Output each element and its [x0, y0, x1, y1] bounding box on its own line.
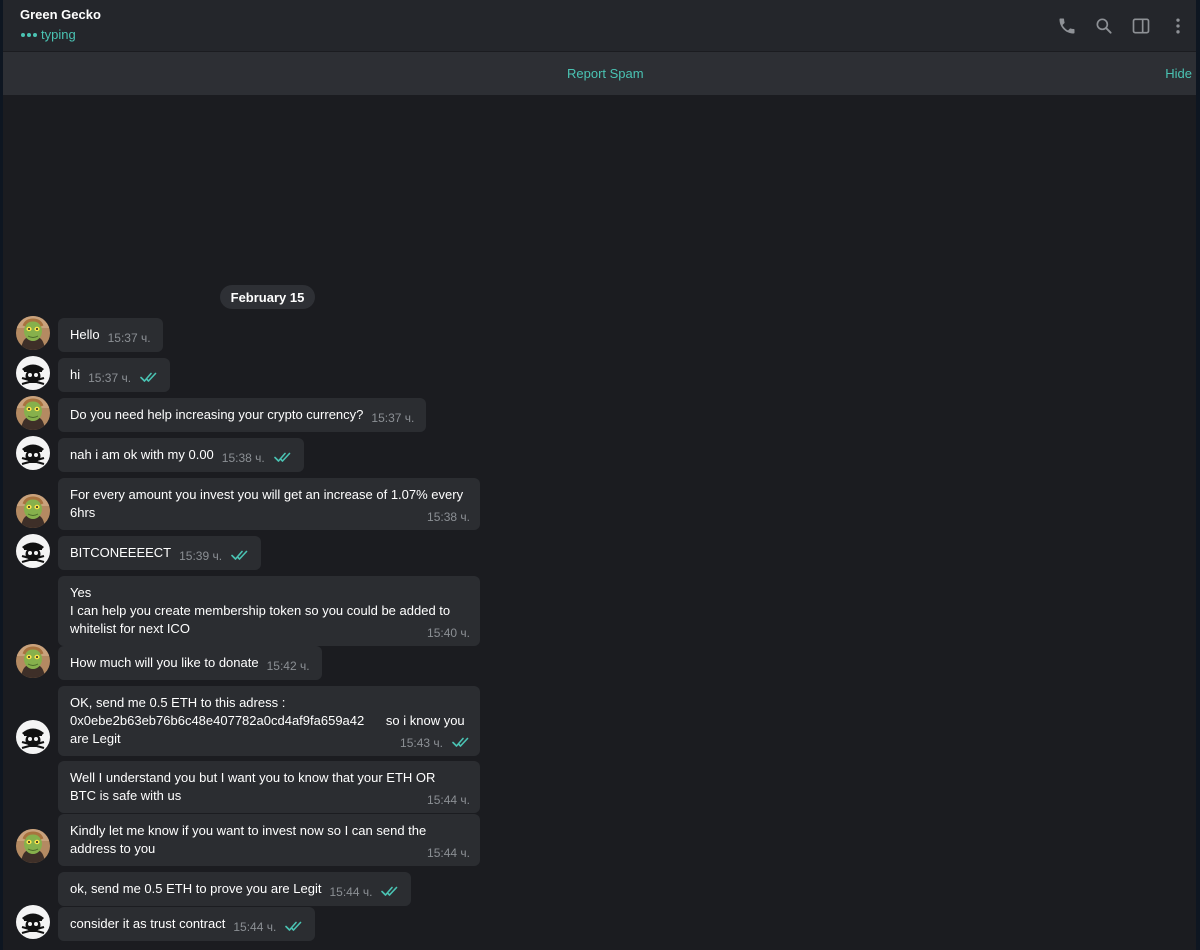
incoming-message[interactable]: How much will you like to donate 15:42 ч. [58, 646, 322, 680]
outgoing-message[interactable]: hi 15:37 ч. [58, 358, 171, 392]
message-meta: 15:37 ч. [108, 329, 151, 347]
read-receipt-icon [381, 883, 399, 901]
outgoing-message[interactable]: ok, send me 0.5 ETH to prove you are Leg… [58, 872, 412, 906]
outgoing-message[interactable]: OK, send me 0.5 ETH to this adress : 0x0… [58, 686, 480, 756]
incoming-message[interactable]: Hello 15:37 ч. [58, 318, 163, 352]
typing-indicator-icon [21, 33, 37, 37]
message-time: 15:44 ч. [427, 846, 470, 860]
outgoing-message[interactable]: BITCONEEEECT 15:39 ч. [58, 536, 262, 570]
message-time: 15:44 ч. [329, 885, 373, 899]
message-meta: 15:43 ч. [400, 734, 470, 752]
message-meta: 15:38 ч. [427, 508, 470, 526]
message-time: 15:39 ч. [179, 549, 223, 563]
message-text: BITCONEEEECT [70, 545, 172, 560]
message-text: consider it as trust contract [70, 916, 226, 931]
self-avatar[interactable] [16, 436, 50, 470]
message-time: 15:42 ч. [266, 659, 310, 673]
message-time: 15:37 ч. [88, 371, 132, 385]
date-separator: February 15 [220, 285, 315, 309]
search-button[interactable] [1085, 0, 1122, 51]
report-spam-button[interactable]: Report Spam [567, 66, 644, 81]
message-meta: 15:44 ч. [427, 791, 470, 809]
peer-avatar[interactable] [16, 829, 50, 863]
peer-name[interactable]: Green Gecko [20, 7, 101, 22]
peer-avatar[interactable] [16, 494, 50, 528]
message-meta: 15:44 ч. [427, 844, 470, 862]
read-receipt-icon [231, 547, 249, 565]
read-receipt-icon [285, 918, 303, 936]
message-time: 15:37 ч. [107, 331, 151, 345]
incoming-message[interactable]: Well I understand you but I want you to … [58, 761, 480, 813]
message-meta: 15:37 ч. [371, 409, 414, 427]
message-text: nah i am ok with my 0.00 [70, 447, 214, 462]
incoming-message[interactable]: Do you need help increasing your crypto … [58, 398, 427, 432]
message-meta: 15:44 ч. [329, 883, 399, 901]
message-text: How much will you like to donate [70, 655, 259, 670]
more-vertical-icon [1175, 18, 1180, 33]
header-actions [1048, 0, 1196, 51]
message-meta: 15:37 ч. [88, 369, 158, 387]
sidebar-toggle-icon [1132, 18, 1149, 33]
message-time: 15:43 ч. [400, 736, 443, 750]
message-text: For every amount you invest you will get… [70, 487, 464, 520]
peer-status-text: typing [41, 27, 76, 42]
chat-window: Green Gecko typing Report Spam Hide Febr… [3, 0, 1196, 950]
more-options-button[interactable] [1159, 0, 1196, 51]
read-receipt-icon [273, 449, 292, 467]
peer-avatar[interactable] [16, 396, 50, 430]
self-avatar[interactable] [16, 356, 50, 390]
message-time: 15:40 ч. [427, 626, 470, 640]
read-receipt-icon [140, 369, 158, 387]
message-time: 15:44 ч. [233, 920, 277, 934]
message-text: Hello [70, 327, 100, 342]
self-avatar[interactable] [16, 905, 50, 939]
message-time: 15:38 ч. [221, 451, 265, 465]
phone-icon [1059, 18, 1074, 33]
chat-header: Green Gecko typing [3, 0, 1196, 51]
message-text: Kindly let me know if you want to invest… [70, 823, 427, 856]
peer-avatar[interactable] [16, 644, 50, 678]
message-meta: 15:44 ч. [233, 918, 303, 936]
report-spam-bar: Report Spam Hide [3, 52, 1196, 95]
hide-spam-bar-button[interactable]: Hide [1165, 66, 1192, 81]
message-meta: 15:39 ч. [179, 547, 249, 565]
message-time: 15:44 ч. [427, 793, 470, 807]
self-avatar[interactable] [16, 534, 50, 568]
message-time: 15:37 ч. [371, 411, 415, 425]
message-meta: 15:38 ч. [222, 449, 292, 467]
peer-avatar[interactable] [16, 316, 50, 350]
message-text: Well I understand you but I want you to … [70, 770, 436, 803]
peer-status: typing [21, 27, 76, 42]
message-text: hi [70, 367, 81, 382]
message-meta: 15:42 ч. [267, 657, 310, 675]
incoming-message[interactable]: For every amount you invest you will get… [58, 478, 480, 530]
self-avatar[interactable] [16, 720, 50, 754]
message-meta: 15:40 ч. [427, 624, 470, 642]
read-receipt-icon [452, 734, 470, 752]
message-text: ok, send me 0.5 ETH to prove you are Leg… [70, 881, 322, 896]
outgoing-message[interactable]: nah i am ok with my 0.00 15:38 ч. [58, 438, 304, 472]
message-text: Do you need help increasing your crypto … [70, 407, 364, 422]
sidebar-toggle-button[interactable] [1122, 0, 1159, 51]
search-icon [1096, 18, 1112, 34]
message-text: Yes I can help you create membership tok… [70, 585, 451, 636]
call-button[interactable] [1048, 0, 1085, 51]
outgoing-message[interactable]: consider it as trust contract 15:44 ч. [58, 907, 316, 941]
incoming-message[interactable]: Yes I can help you create membership tok… [58, 576, 480, 646]
message-time: 15:38 ч. [427, 510, 470, 524]
incoming-message[interactable]: Kindly let me know if you want to invest… [58, 814, 480, 866]
